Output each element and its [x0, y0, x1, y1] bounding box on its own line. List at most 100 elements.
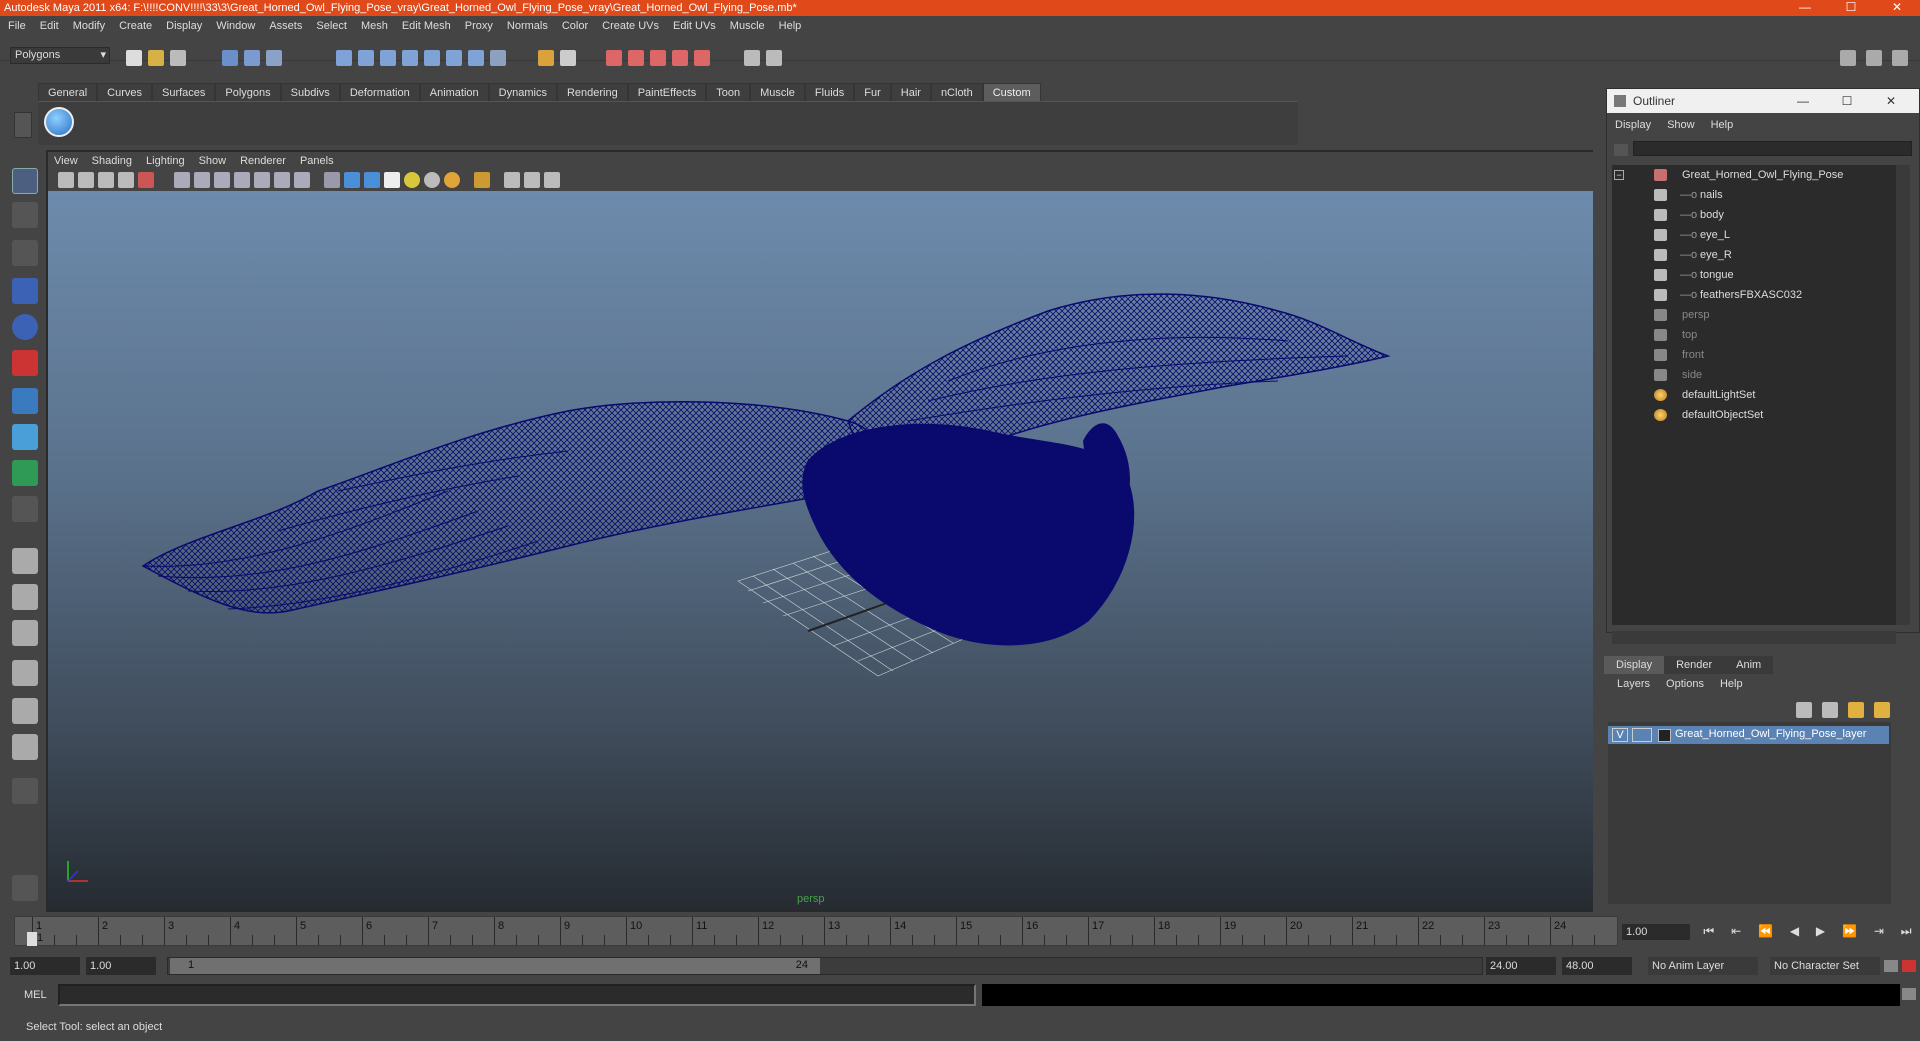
step-back-frame-icon[interactable]: ⏪	[1758, 924, 1773, 942]
outliner-item-group[interactable]: Great_Horned_Owl_Flying_Pose	[1612, 167, 1892, 183]
start-time-field[interactable]: 1.00	[10, 957, 80, 975]
menu-window[interactable]: Window	[216, 20, 255, 32]
history-icon[interactable]	[468, 50, 484, 66]
shelf-tab-deformation[interactable]: Deformation	[339, 83, 420, 101]
outliner-item-mesh[interactable]: —o tongue	[1612, 267, 1892, 283]
menu-file[interactable]: File	[8, 20, 26, 32]
default-light-icon[interactable]	[404, 172, 420, 188]
resolution-gate-icon[interactable]	[524, 172, 540, 188]
outliner-item-set[interactable]: defaultObjectSet	[1612, 407, 1892, 423]
isolate-select-icon[interactable]	[474, 172, 490, 188]
hypershade-icon[interactable]	[672, 50, 688, 66]
outliner-item-mesh[interactable]: —o eye_L	[1612, 227, 1892, 243]
checkmark-shelf-icon[interactable]	[44, 107, 74, 137]
textured-icon[interactable]	[294, 172, 310, 188]
output-ops-icon[interactable]	[560, 50, 576, 66]
shelf-tab-ncloth[interactable]: nCloth	[930, 83, 983, 101]
muscle-tool-icon[interactable]	[12, 875, 38, 901]
shelf-tab-painteffects[interactable]: PaintEffects	[627, 83, 707, 101]
shelf-tab-dynamics[interactable]: Dynamics	[488, 83, 557, 101]
select-hierarchy-icon[interactable]	[222, 50, 238, 66]
new-scene-icon[interactable]	[126, 50, 142, 66]
menu-proxy[interactable]: Proxy	[465, 20, 493, 32]
panel-menu-renderer[interactable]: Renderer	[240, 155, 286, 167]
snap-point-icon[interactable]	[380, 50, 396, 66]
menu-display[interactable]: Display	[166, 20, 202, 32]
render-settings-icon[interactable]	[650, 50, 666, 66]
range-slider-handle[interactable]: 1 24	[170, 958, 820, 974]
playback-start-field[interactable]: 1.00	[86, 957, 156, 975]
anim-layer-selector[interactable]: No Anim Layer	[1648, 957, 1758, 975]
shelf-tab-polygons[interactable]: Polygons	[215, 83, 281, 101]
menu-edit[interactable]: Edit	[40, 20, 59, 32]
snap-surface-icon[interactable]	[424, 50, 440, 66]
persp-outliner-layout-icon[interactable]	[12, 620, 38, 646]
ambient-light-icon[interactable]	[424, 172, 440, 188]
time-slider[interactable]: 1 2 3 4 5 6 7 8 9 10 11 12 13 14 15 16 17 18 19 20 21 22 23 24 …	[14, 916, 1618, 946]
panel-layout-icon[interactable]	[766, 50, 782, 66]
image-plane-icon[interactable]	[118, 172, 134, 188]
shelf-tab-subdivs[interactable]: Subdivs	[280, 83, 340, 101]
layer-color-swatch[interactable]	[1632, 728, 1652, 742]
maximize-icon[interactable]: ☐	[1828, 0, 1874, 15]
flat-shade-icon[interactable]	[234, 172, 250, 188]
shelf-tab-fur[interactable]: Fur	[854, 83, 891, 101]
outliner-item-camera[interactable]: front	[1612, 347, 1892, 363]
outliner-filter-input[interactable]	[1633, 141, 1912, 156]
snap-view-icon[interactable]	[446, 50, 462, 66]
layer-visibility-toggle[interactable]: V	[1612, 728, 1628, 742]
outliner-item-mesh[interactable]: —o nails	[1612, 187, 1892, 203]
safe-area-icon[interactable]	[544, 172, 560, 188]
shelf-tab-fluids[interactable]: Fluids	[804, 83, 855, 101]
animation-preferences-icon[interactable]	[1902, 960, 1916, 972]
step-back-key-icon[interactable]: ⇤	[1731, 924, 1741, 942]
step-forward-key-icon[interactable]: ⇥	[1874, 924, 1884, 942]
bounding-box-icon[interactable]	[254, 172, 270, 188]
shadows-icon[interactable]	[384, 172, 400, 188]
panel-menu-show[interactable]: Show	[199, 155, 227, 167]
channel-box-toggle-icon[interactable]	[1892, 50, 1908, 66]
render-frame-icon[interactable]	[606, 50, 622, 66]
current-frame-marker[interactable]	[27, 932, 37, 946]
menu-assets[interactable]: Assets	[269, 20, 302, 32]
snap-curve-icon[interactable]	[358, 50, 374, 66]
outliner-item-set[interactable]: defaultLightSet	[1612, 387, 1892, 403]
outliner-item-camera[interactable]: top	[1612, 327, 1892, 343]
use-all-lights-icon[interactable]	[364, 172, 380, 188]
new-layer-selected-icon[interactable]	[1874, 702, 1890, 718]
minimize-icon[interactable]: —	[1782, 0, 1828, 15]
snap-plane-icon[interactable]	[402, 50, 418, 66]
panel-menu-lighting[interactable]: Lighting	[146, 155, 185, 167]
move-layer-up-icon[interactable]	[1796, 702, 1812, 718]
command-language-label[interactable]: MEL	[24, 989, 47, 1001]
outliner-menu-help[interactable]: Help	[1711, 119, 1734, 131]
outliner-item-mesh[interactable]: —o eye_R	[1612, 247, 1892, 263]
four-view-layout-icon[interactable]	[12, 584, 38, 610]
menu-muscle[interactable]: Muscle	[730, 20, 765, 32]
go-to-end-icon[interactable]: ⏭	[1901, 924, 1912, 942]
play-forwards-icon[interactable]: ▶	[1816, 924, 1825, 942]
shelf-tab-general[interactable]: General	[38, 83, 98, 101]
command-input[interactable]	[58, 984, 976, 1006]
rotate-tool-icon[interactable]	[12, 314, 38, 340]
manipulator-tool-icon[interactable]	[12, 388, 38, 414]
menu-set-selector[interactable]: Polygons	[10, 47, 110, 64]
open-scene-icon[interactable]	[148, 50, 164, 66]
attribute-editor-toggle-icon[interactable]	[1840, 50, 1856, 66]
outliner-minimize-icon[interactable]: —	[1781, 89, 1825, 113]
camera-select-icon[interactable]	[58, 172, 74, 188]
show-manipulator-icon[interactable]	[12, 460, 38, 486]
outliner-menu-display[interactable]: Display	[1615, 119, 1651, 131]
wireframe-icon[interactable]	[174, 172, 190, 188]
perspective-viewport[interactable]	[48, 191, 1593, 910]
tool-settings-toggle-icon[interactable]	[1866, 50, 1882, 66]
go-to-start-icon[interactable]: ⏮	[1703, 924, 1714, 942]
outliner-item-mesh[interactable]: —o body	[1612, 207, 1892, 223]
persp-graph-hypergraph-layout-icon[interactable]	[12, 734, 38, 760]
script-editor-icon[interactable]	[1902, 988, 1916, 1000]
layer-tab-anim[interactable]: Anim	[1724, 656, 1774, 674]
select-component-icon[interactable]	[266, 50, 282, 66]
sidebar-toggle-icon[interactable]	[744, 50, 760, 66]
outliner-horizontal-scrollbar[interactable]	[1612, 631, 1896, 644]
lasso-tool-icon[interactable]	[12, 202, 38, 228]
